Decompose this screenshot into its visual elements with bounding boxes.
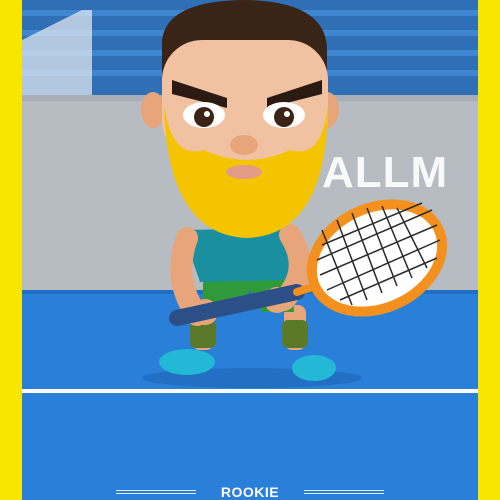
game-screen: ALLM ROOKIE <box>0 0 500 500</box>
left-shoe <box>159 349 215 375</box>
left-yellow-border <box>0 0 22 500</box>
sponsor-banner-text: ALLM <box>322 148 449 197</box>
tennis-court <box>22 290 478 500</box>
court-baseline <box>22 389 478 393</box>
scene-artwork <box>22 0 478 500</box>
tennis-court-scene: ALLM ROOKIE <box>22 0 478 500</box>
player-rank-label: ROOKIE <box>220 484 280 500</box>
right-yellow-border <box>478 0 500 500</box>
right-shoe <box>292 355 336 381</box>
